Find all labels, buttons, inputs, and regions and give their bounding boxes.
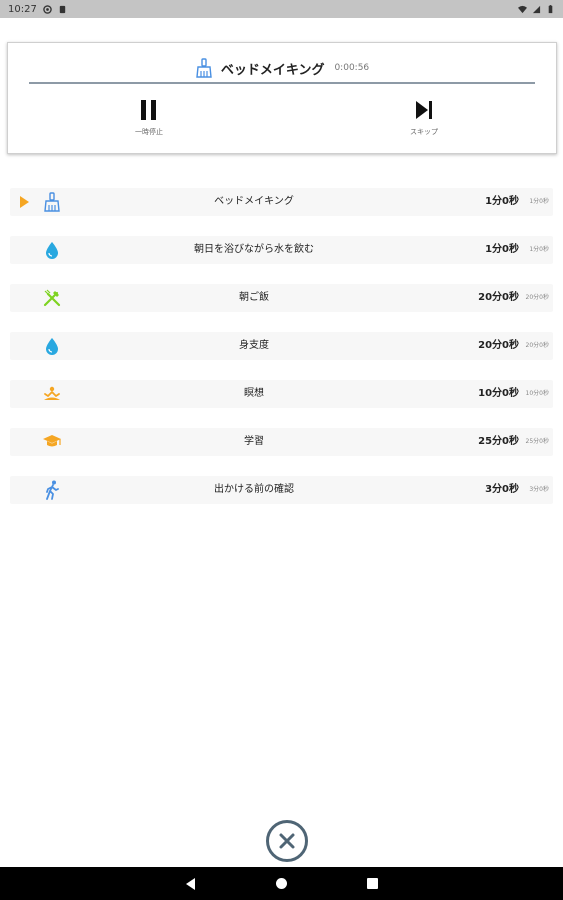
battery-icon xyxy=(548,4,553,13)
now-playing-header: ベッドメイキング 0:00:56 xyxy=(8,58,556,78)
meditation-icon xyxy=(42,384,62,404)
task-row-getting-ready[interactable]: 身支度 20分0秒 20分0秒 xyxy=(10,332,553,360)
progress-track xyxy=(29,82,535,84)
task-duration-small: 25分0秒 xyxy=(525,438,549,445)
task-row-study[interactable]: 学習 25分0秒 25分0秒 xyxy=(10,428,553,456)
skip-next-icon xyxy=(416,101,432,119)
system-nav-bar xyxy=(0,867,563,900)
pause-icon xyxy=(141,100,156,120)
task-name: 朝ご飯 xyxy=(239,292,269,303)
skip-label: スキップ xyxy=(410,128,438,136)
sim-icon xyxy=(59,5,66,13)
task-duration: 20分0秒 xyxy=(478,340,519,351)
task-duration: 1分0秒 xyxy=(485,196,519,207)
skip-button[interactable]: スキップ xyxy=(394,99,454,137)
graduation-cap-icon xyxy=(42,432,62,452)
task-name: ベッドメイキング xyxy=(214,196,294,207)
task-name: 瞑想 xyxy=(244,388,264,399)
now-playing-card: ベッドメイキング 0:00:56 一時停止 スキップ xyxy=(7,42,557,154)
pause-button[interactable]: 一時停止 xyxy=(119,99,179,137)
task-duration: 20分0秒 xyxy=(478,292,519,303)
pause-label: 一時停止 xyxy=(135,128,163,136)
task-row-bed-making[interactable]: ベッドメイキング 1分0秒 1分0秒 xyxy=(10,188,553,216)
task-duration: 1分0秒 xyxy=(485,244,519,255)
task-name: 出かける前の確認 xyxy=(214,484,294,495)
notification-icon xyxy=(43,4,52,14)
task-name: 身支度 xyxy=(239,340,269,351)
water-drop-icon xyxy=(42,336,62,356)
signal-icon xyxy=(532,5,541,13)
wifi-icon xyxy=(518,5,527,13)
task-row-breakfast[interactable]: 朝ご飯 20分0秒 20分0秒 xyxy=(10,284,553,312)
task-duration: 3分0秒 xyxy=(485,484,519,495)
broom-icon xyxy=(196,58,212,78)
home-icon[interactable] xyxy=(276,878,287,889)
fork-knife-icon xyxy=(42,288,62,308)
broom-icon xyxy=(42,192,62,212)
task-duration-small: 20分0秒 xyxy=(525,342,549,349)
task-name: 学習 xyxy=(244,436,264,447)
task-duration-small: 10分0秒 xyxy=(525,390,549,397)
close-button[interactable] xyxy=(266,820,308,862)
task-duration-small: 20分0秒 xyxy=(525,294,549,301)
close-icon xyxy=(279,833,295,849)
task-duration: 25分0秒 xyxy=(478,436,519,447)
task-duration-small: 3分0秒 xyxy=(529,486,549,493)
task-duration-small: 1分0秒 xyxy=(529,246,549,253)
elapsed-time: 0:00:56 xyxy=(334,63,370,73)
task-row-meditation[interactable]: 瞑想 10分0秒 10分0秒 xyxy=(10,380,553,408)
now-playing-title: ベッドメイキング xyxy=(220,62,325,78)
walking-icon xyxy=(42,480,62,500)
water-drop-icon xyxy=(42,240,62,260)
status-time: 10:27 xyxy=(8,3,37,15)
status-bar: 10:27 xyxy=(0,0,563,18)
back-icon[interactable] xyxy=(186,878,195,890)
task-duration-small: 1分0秒 xyxy=(529,198,549,205)
task-row-drink-water[interactable]: 朝日を浴びながら水を飲む 1分0秒 1分0秒 xyxy=(10,236,553,264)
task-row-pre-departure-check[interactable]: 出かける前の確認 3分0秒 3分0秒 xyxy=(10,476,553,504)
task-name: 朝日を浴びながら水を飲む xyxy=(194,244,314,255)
task-list: ベッドメイキング 1分0秒 1分0秒 朝日を浴びながら水を飲む 1分0秒 1分0… xyxy=(10,188,553,524)
current-task-indicator-icon xyxy=(20,196,29,208)
task-duration: 10分0秒 xyxy=(478,388,519,399)
recents-icon[interactable] xyxy=(367,878,378,889)
